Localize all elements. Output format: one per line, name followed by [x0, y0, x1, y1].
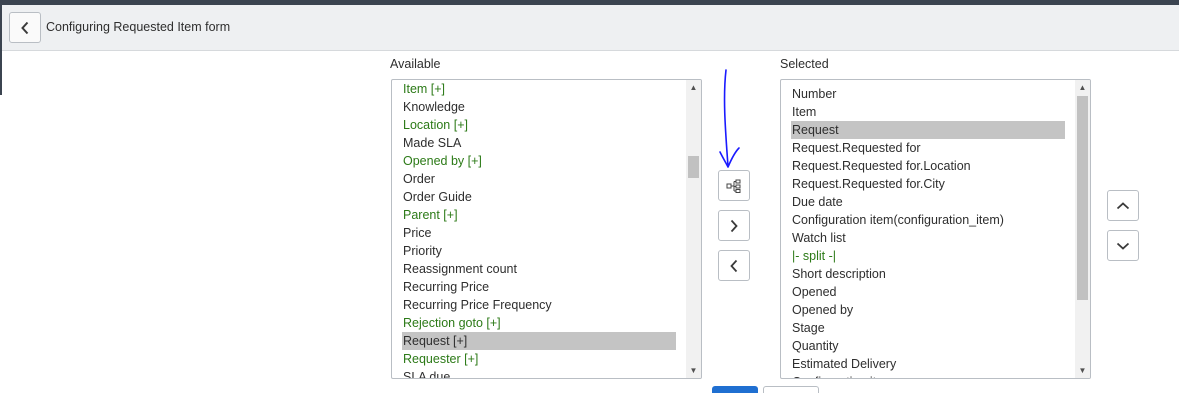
list-item[interactable]: Parent [+]	[402, 206, 458, 224]
list-item[interactable]: Quantity	[791, 337, 839, 355]
scroll-up-icon[interactable]: ▲	[686, 80, 701, 95]
list-item[interactable]: Stage	[791, 319, 825, 337]
list-item[interactable]: Request	[791, 121, 1065, 139]
dot-walk-button[interactable]	[718, 170, 750, 201]
selected-listbox[interactable]: Number Item Request Request.Requested for Re…	[780, 79, 1091, 379]
list-item[interactable]: Price	[402, 224, 431, 242]
chevron-right-icon	[730, 219, 738, 232]
list-item[interactable]: Number	[791, 85, 836, 103]
list-item[interactable]: Opened	[791, 283, 836, 301]
list-item[interactable]: Knowledge	[402, 98, 465, 116]
back-button[interactable]	[9, 12, 41, 43]
list-item[interactable]: Opened by [+]	[402, 152, 482, 170]
move-down-button[interactable]	[1107, 230, 1139, 261]
chevron-down-icon	[1116, 242, 1130, 250]
available-label: Available	[390, 57, 441, 71]
page-header: Configuring Requested Item form	[2, 5, 1179, 51]
list-item[interactable]: Watch list	[791, 229, 846, 247]
list-item[interactable]: Requester [+]	[402, 350, 478, 368]
annotation-arrow-icon	[719, 69, 740, 168]
list-item[interactable]: Reassignment count	[402, 260, 517, 278]
page-title: Configuring Requested Item form	[46, 20, 231, 34]
list-item[interactable]: Recurring Price	[402, 278, 489, 296]
add-button[interactable]	[718, 210, 750, 241]
scrollbar-thumb[interactable]	[1077, 96, 1088, 300]
list-item[interactable]: Recurring Price Frequency	[402, 296, 552, 314]
list-item[interactable]: Item	[791, 103, 816, 121]
selected-scrollbar[interactable]: ▲ ▼	[1075, 80, 1090, 378]
chevron-left-icon	[21, 21, 29, 34]
scroll-down-icon[interactable]: ▼	[1075, 363, 1090, 378]
tree-icon	[726, 179, 741, 193]
list-item[interactable]: Opened by	[791, 301, 853, 319]
list-item[interactable]: Request.Requested for	[791, 139, 921, 157]
list-item[interactable]: Location [+]	[402, 116, 468, 134]
scrollbar-thumb[interactable]	[688, 156, 699, 178]
list-item[interactable]: Rejection goto [+]	[402, 314, 501, 332]
list-item[interactable]: Order Guide	[402, 188, 472, 206]
list-item[interactable]: Estimated Delivery	[791, 355, 896, 373]
list-item[interactable]: Order	[402, 170, 435, 188]
available-listbox[interactable]: Item [+] Knowledge Location [+] Made SLA Ope…	[391, 79, 702, 379]
chevron-left-icon	[730, 259, 738, 272]
move-up-button[interactable]	[1107, 190, 1139, 221]
list-item[interactable]: Request.Requested for.Location	[791, 157, 971, 175]
cancel-button[interactable]	[763, 386, 819, 393]
list-item[interactable]: Configuration item(configuration_item)	[791, 211, 1004, 229]
list-item[interactable]: Priority	[402, 242, 442, 260]
save-button[interactable]	[712, 386, 758, 393]
available-scrollbar[interactable]: ▲ ▼	[686, 80, 701, 378]
list-item[interactable]: Configuration item	[791, 373, 893, 378]
chevron-up-icon	[1116, 201, 1130, 209]
remove-button[interactable]	[718, 250, 750, 281]
scroll-down-icon[interactable]: ▼	[686, 363, 701, 378]
list-item[interactable]: SLA due	[402, 368, 450, 378]
list-item[interactable]: Request [+]	[402, 332, 676, 350]
scroll-up-icon[interactable]: ▲	[1075, 80, 1090, 95]
selected-label: Selected	[780, 57, 829, 71]
list-item[interactable]: Item [+]	[402, 80, 445, 98]
list-item[interactable]: Short description	[791, 265, 886, 283]
list-item[interactable]: Made SLA	[402, 134, 461, 152]
list-item[interactable]: Request.Requested for.City	[791, 175, 945, 193]
list-item[interactable]: Due date	[791, 193, 843, 211]
list-item[interactable]: |- split -|	[791, 247, 836, 265]
